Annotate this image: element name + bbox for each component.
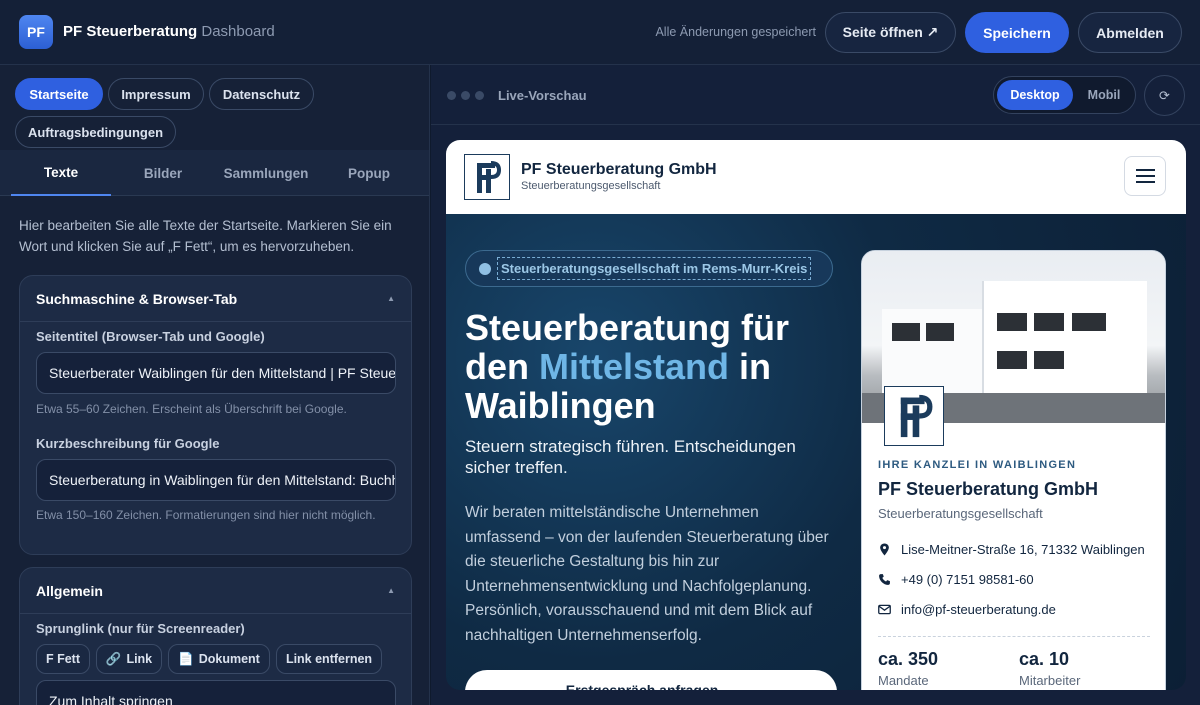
skip-link-input[interactable]: Zum Inhalt springen <box>36 680 396 705</box>
office-kicker: IHRE KANZLEI IN WAIBLINGEN <box>878 459 1077 471</box>
site-logo[interactable] <box>464 154 510 200</box>
address-row: Lise-Meitner-Straße 16, 71332 Waiblingen <box>878 542 1145 557</box>
general-card-title: Allgemein <box>36 582 103 599</box>
collapse-icon: ▲ <box>387 586 395 595</box>
phone-text: +49 (0) 7151 98581-60 <box>901 572 1034 587</box>
brand-sub: Dashboard <box>201 23 275 40</box>
seo-card-header[interactable]: Suchmaschine & Browser-Tab ▲ <box>20 276 411 322</box>
office-card: IHRE KANZLEI IN WAIBLINGEN PF Steuerbera… <box>861 250 1166 690</box>
email-row[interactable]: info@pf-steuerberatung.de <box>878 602 1056 617</box>
document-button[interactable]: 📄 Dokument <box>168 644 270 674</box>
page-title-label: Seitentitel (Browser-Tab und Google) <box>36 329 265 344</box>
brand-name: PF Steuerberatung <box>63 23 198 40</box>
page-tab-auftragsbedingungen[interactable]: Auftragsbedingungen <box>15 116 176 148</box>
preview-toolbar: Live-Vorschau Desktop Mobil ⟳ <box>431 65 1200 125</box>
logout-button[interactable]: Abmelden <box>1078 12 1182 53</box>
mandates-count: ca. 350 <box>878 649 939 669</box>
link-button-label: Link <box>126 652 153 666</box>
address-text: Lise-Meitner-Straße 16, 71332 Waiblingen <box>901 542 1145 557</box>
hero-section: Steuerberatungsgesellschaft im Rems-Murr… <box>446 214 1186 690</box>
general-card: Allgemein ▲ Sprunglink (nur für Screenre… <box>19 567 412 705</box>
hero-body: Wir beraten mittelständische Unternehmen… <box>465 504 829 644</box>
email-text: info@pf-steuerberatung.de <box>901 602 1056 617</box>
unlink-button[interactable]: Link entfernen <box>276 644 382 674</box>
employees-count: ca. 10 <box>1019 649 1070 669</box>
editor-pane: Startseite Impressum Datenschutz Auftrag… <box>0 65 430 705</box>
phone-icon <box>879 574 890 585</box>
mobile-toggle[interactable]: Mobil <box>1075 80 1133 110</box>
description-label: Kurzbeschreibung für Google <box>36 436 220 451</box>
bold-button[interactable]: F Fett <box>36 644 90 674</box>
office-logo <box>884 386 944 446</box>
region-badge: Steuerberatungsgesellschaft im Rems-Murr… <box>465 250 833 287</box>
general-card-header[interactable]: Allgemein ▲ <box>20 568 411 614</box>
document-icon: 📄 <box>178 651 194 666</box>
page-title-hint: Etwa 55–60 Zeichen. Erscheint als Übersc… <box>36 402 347 416</box>
site-header: PF Steuerberatung GmbH Steuerberatungsge… <box>446 140 1186 214</box>
section-tabs: Texte Bilder Sammlungen Popup <box>0 150 429 196</box>
intro-text: Hier bearbeiten Sie alle Texte der Start… <box>19 218 392 254</box>
region-badge-text: Steuerberatungsgesellschaft im Rems-Murr… <box>497 257 812 280</box>
top-bar: PF PF Steuerberatung Dashboard Alle Ände… <box>0 0 1200 65</box>
cta-button[interactable]: Erstgespräch anfragen → <box>465 670 837 690</box>
employees-label: Mitarbeiter <box>1019 673 1081 688</box>
map-pin-icon <box>880 543 889 556</box>
office-name: PF Steuerberatung GmbH <box>878 479 1099 499</box>
hero-lead: Steuern strategisch führen. Entscheidung… <box>465 437 796 477</box>
document-button-label: Dokument <box>198 652 260 666</box>
office-subtitle: Steuerberatungsgesellschaft <box>878 506 1043 521</box>
seo-card: Suchmaschine & Browser-Tab ▲ Seitentitel… <box>19 275 412 555</box>
site-subtitle: Steuerberatungsgesellschaft <box>521 180 661 192</box>
tab-popup[interactable]: Popup <box>319 150 419 196</box>
window-dot-icon <box>461 91 470 100</box>
tab-sammlungen[interactable]: Sammlungen <box>216 150 316 196</box>
desktop-toggle[interactable]: Desktop <box>997 80 1073 110</box>
link-icon: 🔗 <box>105 651 122 666</box>
window-dot-icon <box>447 91 456 100</box>
mandates-label: Mandate <box>878 673 929 688</box>
description-input[interactable]: Steuerberatung in Waiblingen für den Mit… <box>36 459 396 501</box>
page-tab-impressum[interactable]: Impressum <box>108 78 204 110</box>
preview-frame: PF Steuerberatung GmbH Steuerberatungsge… <box>446 140 1186 690</box>
save-status: Alle Änderungen gespeichert <box>655 25 816 39</box>
preview-pane: Live-Vorschau Desktop Mobil ⟳ PF Steuerb… <box>431 65 1200 705</box>
divider <box>878 636 1150 637</box>
page-tab-datenschutz[interactable]: Datenschutz <box>209 78 314 110</box>
save-button[interactable]: Speichern <box>965 12 1069 53</box>
preview-label: Live-Vorschau <box>498 88 587 103</box>
mail-icon <box>878 604 891 615</box>
hero-heading-accent: Mittelstand <box>539 346 730 387</box>
app-logo: PF <box>19 15 53 49</box>
device-toggle: Desktop Mobil <box>993 76 1136 114</box>
tab-texte[interactable]: Texte <box>11 150 111 196</box>
window-dot-icon <box>475 91 484 100</box>
collapse-icon: ▲ <box>387 294 395 303</box>
page-title-input[interactable]: Steuerberater Waiblingen für den Mittels… <box>36 352 396 394</box>
tab-bilder[interactable]: Bilder <box>113 150 213 196</box>
reload-icon[interactable]: ⟳ <box>1144 75 1185 116</box>
phone-row[interactable]: +49 (0) 7151 98581-60 <box>878 572 1034 587</box>
link-button[interactable]: 🔗 Link <box>96 644 162 674</box>
open-page-button[interactable]: Seite öffnen ↗ <box>825 12 956 53</box>
menu-icon[interactable] <box>1124 156 1166 196</box>
check-icon <box>479 262 491 275</box>
seo-card-title: Suchmaschine & Browser-Tab <box>36 290 238 307</box>
app-title: PF Steuerberatung Dashboard <box>63 23 275 40</box>
site-name: PF Steuerberatung GmbH <box>521 161 717 178</box>
hero-heading: Steuerberatung für den Mittelstand in Wa… <box>465 308 835 425</box>
description-hint: Etwa 150–160 Zeichen. Formatierungen sin… <box>36 508 376 522</box>
skip-link-label: Sprunglink (nur für Screenreader) <box>36 621 245 636</box>
page-tab-startseite[interactable]: Startseite <box>15 78 103 110</box>
